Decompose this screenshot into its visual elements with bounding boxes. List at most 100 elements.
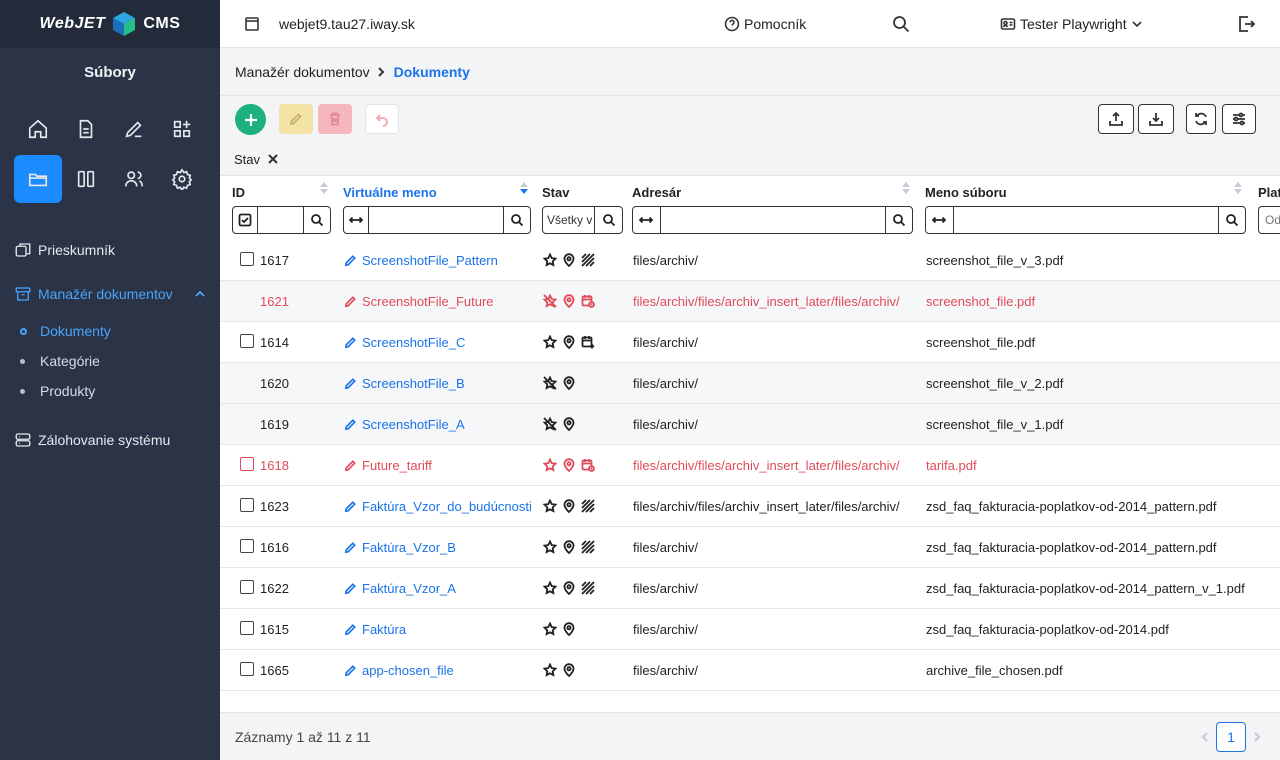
delete-button[interactable] xyxy=(318,104,352,134)
valid-from-input[interactable] xyxy=(1259,207,1280,233)
match-mode-icon[interactable] xyxy=(344,207,370,233)
search-icon[interactable] xyxy=(1218,207,1245,233)
row-checkbox[interactable] xyxy=(240,498,254,512)
import-button[interactable] xyxy=(1138,104,1174,134)
cell-virtual-name-link[interactable]: app-chosen_file xyxy=(344,650,454,690)
logo[interactable]: WebJET CMS xyxy=(0,0,220,48)
column-header-state[interactable]: Stav xyxy=(542,185,569,200)
help-label: Pomocník xyxy=(744,15,807,32)
user-menu[interactable]: Tester Playwright xyxy=(1000,16,1143,32)
cell-virtual-name-link[interactable]: Faktúra_Vzor_B xyxy=(344,527,456,567)
sidebar-item-document-manager[interactable]: Manažér dokumentov xyxy=(0,272,220,316)
row-checkbox[interactable] xyxy=(240,334,254,348)
cell-directory: files/archiv/ xyxy=(633,375,699,391)
undo-button[interactable] xyxy=(365,104,399,134)
column-header-name[interactable]: Virtuálne meno xyxy=(343,185,437,200)
cell-id: 1620 xyxy=(260,375,289,391)
subnav-item-documents[interactable]: Dokumenty xyxy=(0,316,220,346)
document-icon[interactable] xyxy=(62,105,110,153)
search-icon[interactable] xyxy=(892,15,910,33)
row-checkbox[interactable] xyxy=(240,621,254,635)
subnav-item-products[interactable]: Produkty xyxy=(0,376,220,406)
pencil-icon xyxy=(344,295,356,307)
search-icon[interactable] xyxy=(303,207,330,233)
apps-add-icon[interactable] xyxy=(158,105,206,153)
export-button[interactable] xyxy=(1098,104,1134,134)
cell-directory: files/archiv/ xyxy=(633,662,699,678)
site-selector[interactable]: webjet9.tau27.iway.sk xyxy=(244,16,415,32)
column-header-filename[interactable]: Meno súboru xyxy=(925,185,1007,200)
sort-desc-icon[interactable] xyxy=(520,182,528,198)
table-row[interactable]: 1619 ScreenshotFile_A files/archiv/screens… xyxy=(220,404,1280,445)
gear-icon[interactable] xyxy=(158,155,206,203)
cell-virtual-name-text: Faktúra xyxy=(362,621,407,637)
table-row[interactable]: 1622 Faktúra_Vzor_A files/archiv/zsd_faq_f… xyxy=(220,568,1280,609)
search-icon[interactable] xyxy=(594,207,622,233)
edit-icon[interactable] xyxy=(110,105,158,153)
star-icon xyxy=(543,335,557,349)
cell-id: 1618 xyxy=(260,457,289,473)
sort-icon[interactable] xyxy=(320,182,328,198)
row-checkbox[interactable] xyxy=(240,539,254,553)
table-row[interactable]: 1665 app-chosen_file files/archiv/archive_… xyxy=(220,650,1280,691)
column-header-id[interactable]: ID xyxy=(232,185,245,200)
location-pin-icon xyxy=(562,499,576,513)
cell-virtual-name-link[interactable]: ScreenshotFile_Future xyxy=(344,281,494,321)
table-row[interactable]: 1620 ScreenshotFile_B files/archiv/screens… xyxy=(220,363,1280,404)
match-mode-icon[interactable] xyxy=(633,207,661,233)
columns-icon[interactable] xyxy=(62,155,110,203)
search-icon[interactable] xyxy=(885,207,912,233)
search-icon[interactable] xyxy=(503,207,530,233)
row-checkbox[interactable] xyxy=(240,580,254,594)
server-icon xyxy=(15,433,31,447)
table-row[interactable]: 1623 Faktúra_Vzor_do_budúcnosti files/arch… xyxy=(220,486,1280,527)
page-button[interactable]: 1 xyxy=(1216,722,1246,752)
table-row[interactable]: 1618 Future_tariff files/archiv/files/arch… xyxy=(220,445,1280,486)
column-header-valid[interactable]: Plat xyxy=(1258,185,1280,200)
cell-virtual-name-link[interactable]: ScreenshotFile_C xyxy=(344,322,465,362)
table-row[interactable]: 1621 ScreenshotFile_Future files/archiv/fi… xyxy=(220,281,1280,322)
add-button[interactable] xyxy=(235,104,266,135)
table-row[interactable]: 1616 Faktúra_Vzor_B files/archiv/zsd_faq_f… xyxy=(220,527,1280,568)
cell-virtual-name-link[interactable]: ScreenshotFile_A xyxy=(344,404,465,444)
sort-icon[interactable] xyxy=(902,182,910,198)
cell-virtual-name-link[interactable]: ScreenshotFile_Pattern xyxy=(344,240,498,280)
sidebar-item-backup[interactable]: Zálohovanie systému xyxy=(0,418,220,462)
folder-icon[interactable] xyxy=(14,155,62,203)
cell-virtual-name-link[interactable]: ScreenshotFile_B xyxy=(344,363,465,403)
chevron-left-icon[interactable] xyxy=(1200,732,1210,742)
cell-virtual-name-link[interactable]: Future_tariff xyxy=(344,445,432,485)
edit-button[interactable] xyxy=(279,104,313,134)
home-icon[interactable] xyxy=(14,105,62,153)
column-header-directory[interactable]: Adresár xyxy=(632,185,681,200)
sidebar-item-explorer[interactable]: Prieskumník xyxy=(0,228,220,272)
directory-filter-input[interactable] xyxy=(660,207,886,233)
subnav-item-categories[interactable]: Kategórie xyxy=(0,346,220,376)
breadcrumb-parent[interactable]: Manažér dokumentov xyxy=(235,64,370,80)
name-filter-input[interactable] xyxy=(369,207,504,233)
filename-filter-input[interactable] xyxy=(953,207,1219,233)
row-checkbox[interactable] xyxy=(240,457,254,471)
users-icon[interactable] xyxy=(110,155,158,203)
cell-virtual-name-link[interactable]: Faktúra_Vzor_A xyxy=(344,568,456,608)
table-row[interactable]: 1614 ScreenshotFile_C files/archiv/screens… xyxy=(220,322,1280,363)
help-link[interactable]: Pomocník xyxy=(724,16,806,32)
row-checkbox[interactable] xyxy=(240,662,254,676)
table-row[interactable]: 1615 Faktúra files/archiv/zsd_faq_fakturac… xyxy=(220,609,1280,650)
match-mode-icon[interactable] xyxy=(926,207,954,233)
logout-icon[interactable] xyxy=(1236,14,1256,34)
close-icon[interactable] xyxy=(268,154,278,164)
sort-icon[interactable] xyxy=(1234,182,1242,198)
id-filter-input[interactable] xyxy=(258,207,304,233)
state-filter-select[interactable]: Všetky v xyxy=(543,207,595,233)
reload-button[interactable] xyxy=(1186,104,1216,134)
chevron-up-icon[interactable] xyxy=(194,288,206,300)
select-all-checkbox[interactable] xyxy=(233,207,259,233)
chevron-right-icon[interactable] xyxy=(1252,732,1262,742)
cell-virtual-name-link[interactable]: Faktúra xyxy=(344,609,406,649)
layers-icon xyxy=(15,243,31,257)
cell-virtual-name-link[interactable]: Faktúra_Vzor_do_budúcnosti xyxy=(344,486,532,526)
table-row[interactable]: 1617 ScreenshotFile_Pattern files/archiv/s… xyxy=(220,240,1280,281)
row-checkbox[interactable] xyxy=(240,252,254,266)
column-settings-button[interactable] xyxy=(1222,104,1256,134)
